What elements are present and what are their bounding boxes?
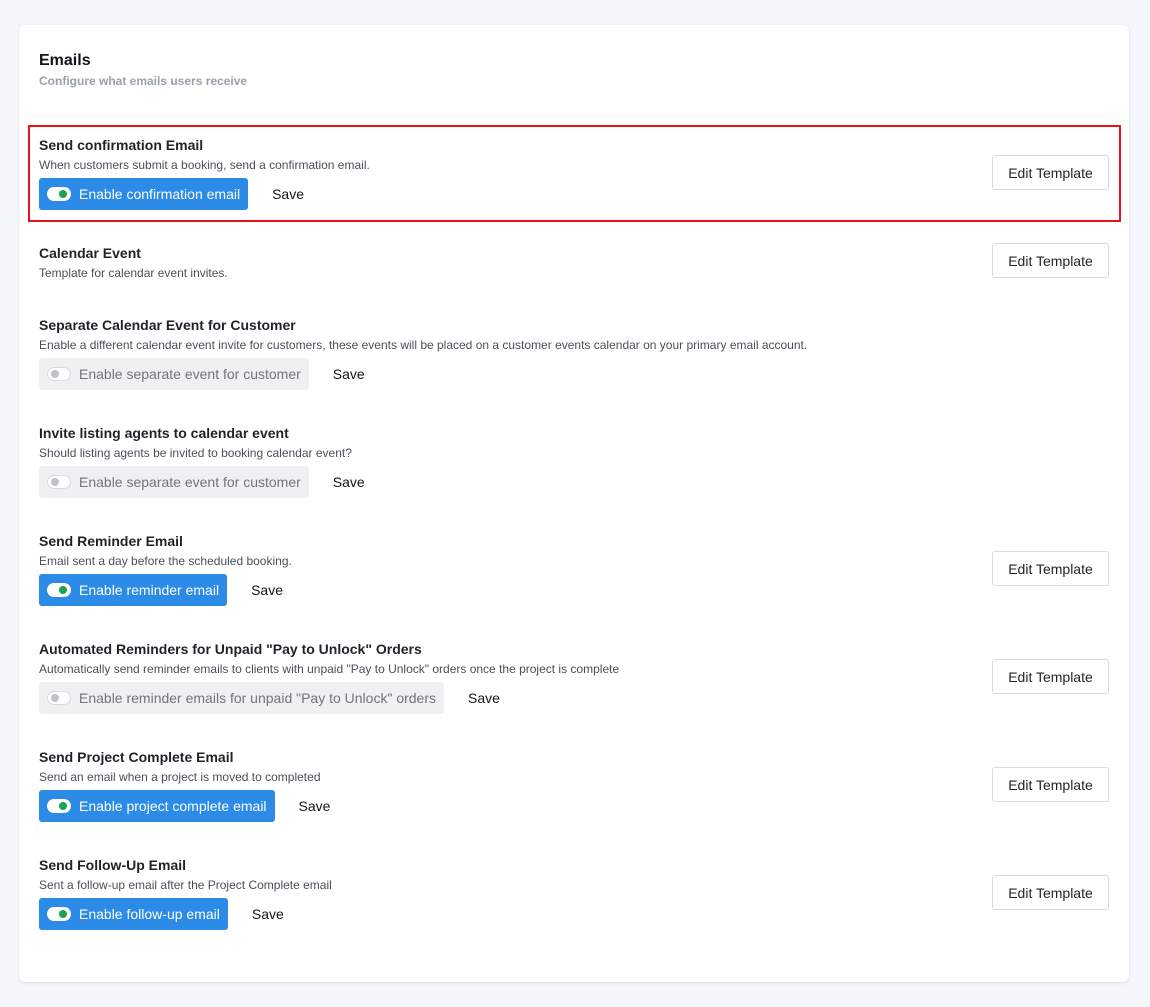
section-controls: Enable follow-up email Save: [39, 898, 1109, 930]
toggle-switch-icon: [47, 799, 71, 813]
section-title: Automated Reminders for Unpaid "Pay to U…: [39, 641, 422, 657]
section-controls: Enable separate event for customer Save: [39, 358, 1109, 390]
section-title: Send confirmation Email: [39, 137, 204, 153]
toggle-switch-icon: [47, 475, 71, 489]
edit-template-button[interactable]: Edit Template: [992, 155, 1109, 190]
save-button[interactable]: Save: [299, 798, 331, 814]
toggle-switch-icon: [47, 367, 71, 381]
edit-template-button[interactable]: Edit Template: [992, 659, 1109, 694]
toggle-label: Enable reminder emails for unpaid "Pay t…: [79, 690, 436, 706]
section-description: Email sent a day before the scheduled bo…: [39, 554, 292, 568]
section-confirmation-email: Send confirmation Email When customers s…: [39, 137, 1109, 210]
toggle-label: Enable follow-up email: [79, 906, 220, 922]
section-description: When customers submit a booking, send a …: [39, 158, 370, 172]
save-button[interactable]: Save: [333, 474, 365, 490]
section-separate-calendar-event: Separate Calendar Event for Customer Ena…: [39, 317, 1109, 390]
toggle-label: Enable separate event for customer: [79, 366, 301, 382]
toggle-switch-icon: [47, 691, 71, 705]
section-project-complete-email: Send Project Complete Email Send an emai…: [39, 749, 1109, 822]
edit-template-button[interactable]: Edit Template: [992, 875, 1109, 910]
section-controls: Enable project complete email Save: [39, 790, 1109, 822]
save-button[interactable]: Save: [272, 186, 304, 202]
section-unpaid-reminders: Automated Reminders for Unpaid "Pay to U…: [39, 641, 1109, 714]
section-reminder-email: Send Reminder Email Email sent a day bef…: [39, 533, 1109, 606]
enable-reminder-email-toggle[interactable]: Enable reminder email: [39, 574, 228, 606]
section-description: Template for calendar event invites.: [39, 266, 228, 280]
section-description: Should listing agents be invited to book…: [39, 446, 352, 460]
enable-project-complete-toggle[interactable]: Enable project complete email: [39, 790, 275, 822]
toggle-switch-icon: [47, 907, 71, 921]
page-title: Emails: [39, 52, 91, 69]
section-title: Separate Calendar Event for Customer: [39, 317, 296, 333]
emails-settings-card: Emails Configure what emails users recei…: [19, 25, 1129, 982]
section-title: Send Project Complete Email: [39, 749, 234, 765]
edit-template-button[interactable]: Edit Template: [992, 243, 1109, 278]
section-description: Send an email when a project is moved to…: [39, 770, 321, 784]
enable-invite-agents-toggle[interactable]: Enable separate event for customer: [39, 466, 309, 498]
section-follow-up-email: Send Follow-Up Email Sent a follow-up em…: [39, 857, 1109, 930]
section-invite-listing-agents: Invite listing agents to calendar event …: [39, 425, 1109, 498]
save-button[interactable]: Save: [333, 366, 365, 382]
section-title: Send Reminder Email: [39, 533, 183, 549]
enable-follow-up-toggle[interactable]: Enable follow-up email: [39, 898, 228, 930]
toggle-label: Enable project complete email: [79, 798, 267, 814]
enable-confirmation-email-toggle[interactable]: Enable confirmation email: [39, 178, 249, 210]
card-header: Emails Configure what emails users recei…: [39, 52, 247, 88]
section-description: Automatically send reminder emails to cl…: [39, 662, 620, 676]
toggle-label: Enable confirmation email: [79, 186, 241, 202]
edit-template-button[interactable]: Edit Template: [992, 551, 1109, 586]
save-button[interactable]: Save: [252, 906, 284, 922]
save-button[interactable]: Save: [468, 690, 500, 706]
section-description: Enable a different calendar event invite…: [39, 338, 808, 352]
toggle-switch-icon: [47, 187, 71, 201]
edit-template-button[interactable]: Edit Template: [992, 767, 1109, 802]
section-title: Send Follow-Up Email: [39, 857, 187, 873]
enable-separate-event-toggle[interactable]: Enable separate event for customer: [39, 358, 309, 390]
section-controls: Enable confirmation email Save: [39, 178, 1109, 210]
page-subtitle: Configure what emails users receive: [39, 74, 248, 88]
section-title: Calendar Event: [39, 245, 141, 261]
save-button[interactable]: Save: [251, 582, 283, 598]
section-description: Sent a follow-up email after the Project…: [39, 878, 332, 892]
section-controls: Enable separate event for customer Save: [39, 466, 1109, 498]
section-title: Invite listing agents to calendar event: [39, 425, 289, 441]
enable-unpaid-reminders-toggle[interactable]: Enable reminder emails for unpaid "Pay t…: [39, 682, 444, 714]
section-controls: Enable reminder email Save: [39, 574, 1109, 606]
section-controls: Enable reminder emails for unpaid "Pay t…: [39, 682, 1109, 714]
toggle-switch-icon: [47, 583, 71, 597]
section-calendar-event: Calendar Event Template for calendar eve…: [39, 243, 1109, 280]
toggle-label: Enable reminder email: [79, 582, 220, 598]
toggle-label: Enable separate event for customer: [79, 474, 301, 490]
